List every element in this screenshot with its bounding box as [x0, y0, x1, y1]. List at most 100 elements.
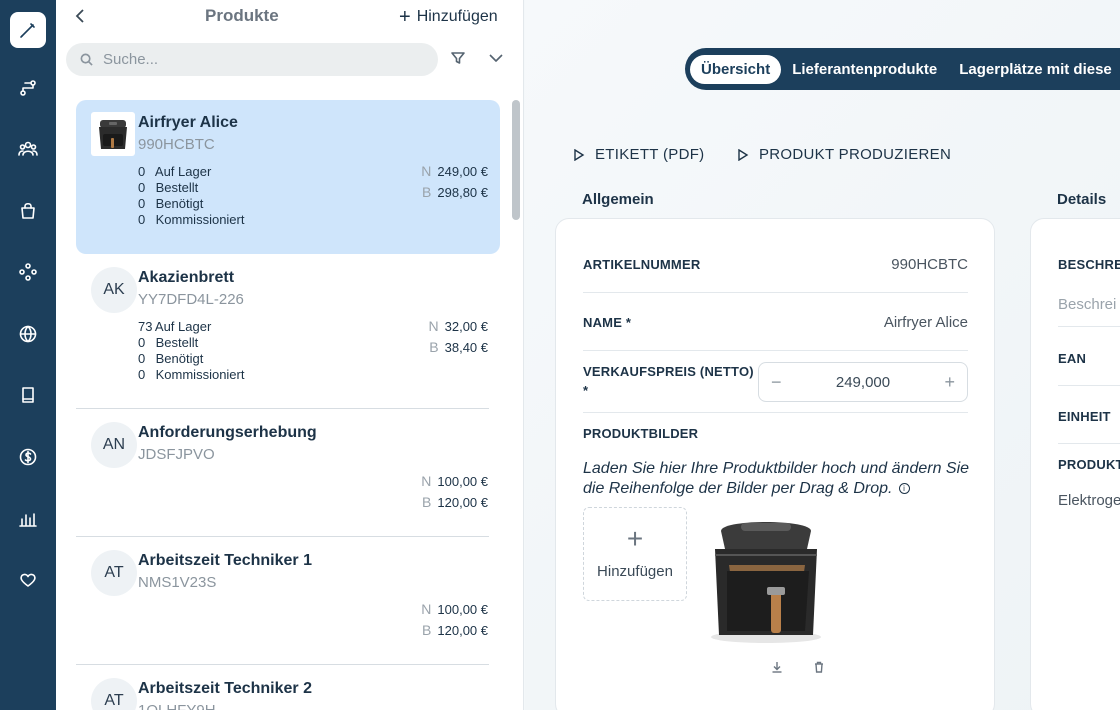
dollar-icon[interactable] — [10, 439, 46, 475]
stock-list: 0 Auf Lager 0 Bestellt 0 Benötigt 0 Komm… — [138, 164, 244, 228]
tab-lieferantenprodukte[interactable]: Lieferantenprodukte — [781, 55, 948, 84]
produce-product-button[interactable]: PRODUKT PRODUZIEREN — [737, 146, 951, 163]
field-divider — [583, 350, 968, 351]
product-sku: JDSFJPVO — [138, 446, 215, 463]
product-sku: NMS1V23S — [138, 574, 217, 591]
produce-product-text: PRODUKT PRODUZIEREN — [759, 146, 952, 163]
upload-hint-text: Laden Sie hier Ihre Produktbilder hoch u… — [583, 460, 970, 497]
product-item[interactable]: AT Arbeitszeit Techniker 2 1QLHFY9H — [76, 666, 500, 710]
product-avatar: AK — [91, 267, 137, 313]
net-price: 249,00 € — [437, 164, 488, 179]
name-value[interactable]: Airfryer Alice — [884, 314, 968, 331]
globe-icon[interactable] — [10, 316, 46, 352]
list-divider — [76, 536, 489, 537]
chevron-down-icon[interactable] — [488, 50, 506, 68]
stock-count: 0 — [138, 212, 146, 227]
net-label: N — [428, 318, 439, 334]
stock-count: 0 — [138, 335, 146, 350]
list-divider — [76, 664, 489, 665]
description-label: BESCHREI — [1058, 257, 1120, 272]
price-input[interactable]: 249,000 — [836, 374, 890, 391]
play-icon — [574, 148, 585, 161]
product-item[interactable]: AK Akazienbrett YY7DFD4L-226 73 Auf Lage… — [76, 255, 500, 407]
list-title: Produkte — [205, 6, 279, 25]
stock-label: Benötigt — [155, 351, 204, 366]
field-divider — [583, 292, 968, 293]
product-name: Akazienbrett — [138, 269, 235, 286]
product-sku: 1QLHFY9H — [138, 702, 216, 710]
stock-count: 0 — [138, 351, 146, 366]
gross-price: 120,00 € — [437, 495, 488, 510]
add-product-label: Hinzufügen — [416, 8, 498, 25]
tab-uebersicht[interactable]: Übersicht — [690, 54, 782, 84]
flow-icon[interactable] — [10, 70, 46, 106]
upload-hint: Laden Sie hier Ihre Produktbilder hoch u… — [583, 459, 973, 499]
product-avatar: AT — [91, 678, 137, 710]
stock-label: Bestellt — [155, 335, 199, 350]
plus-icon[interactable]: + — [944, 372, 955, 393]
product-avatar: AN — [91, 422, 137, 468]
stock-count: 0 — [138, 164, 146, 179]
play-icon — [738, 148, 749, 161]
product-item[interactable]: Airfryer Alice 990HCBTC 0 Auf Lager 0 Be… — [76, 100, 500, 254]
search-icon — [80, 53, 93, 66]
stock-label: Kommissioniert — [155, 212, 245, 227]
trash-icon[interactable] — [813, 661, 825, 673]
required-marker: * — [583, 383, 589, 398]
product-avatar: AT — [91, 550, 137, 596]
detail-tabs: Übersicht Lieferantenprodukte Lagerplätz… — [685, 48, 1120, 90]
field-divider — [1058, 443, 1120, 444]
product-group-label: PRODUKT — [1058, 457, 1120, 472]
gross-label: B — [422, 494, 432, 510]
details-card: BESCHREI Beschrei EAN EINHEIT PRODUKT El… — [1030, 218, 1120, 710]
field-divider — [1058, 326, 1120, 327]
net-price: 100,00 € — [437, 602, 488, 617]
back-icon[interactable] — [70, 6, 92, 28]
heart-icon[interactable] — [10, 562, 46, 598]
label-pdf-text: ETIKETT (PDF) — [595, 146, 705, 163]
download-icon[interactable] — [771, 661, 783, 673]
search-box — [66, 43, 438, 76]
field-divider — [583, 412, 968, 413]
chart-icon[interactable] — [10, 501, 46, 537]
filter-icon[interactable] — [450, 50, 468, 68]
tab-lagerplaetze[interactable]: Lagerplätze mit diese — [948, 55, 1120, 84]
add-product-button[interactable]: + Hinzufügen — [399, 6, 498, 28]
product-name: Arbeitszeit Techniker 1 — [138, 552, 312, 569]
product-name: Anforderungserhebung — [138, 424, 317, 441]
stock-list: 73 Auf Lager 0 Bestellt 0 Benötigt 0 Kom… — [138, 319, 244, 383]
modules-icon[interactable] — [10, 254, 46, 290]
list-header: Produkte + Hinzufügen — [56, 0, 523, 36]
product-name: Arbeitszeit Techniker 2 — [138, 680, 312, 697]
gross-label: B — [422, 622, 432, 638]
product-group-value[interactable]: Elektroge — [1058, 492, 1120, 509]
general-card: ARTIKELNUMMER 990HCBTC NAME * Airfryer A… — [555, 218, 995, 710]
product-image[interactable] — [701, 509, 831, 645]
users-icon[interactable] — [10, 131, 46, 167]
product-item[interactable]: AN Anforderungserhebung JDSFJPVO N 100,00… — [76, 410, 500, 536]
upload-image-button[interactable]: + Hinzufügen — [583, 507, 687, 601]
search-input[interactable] — [103, 51, 403, 68]
product-detail-area: Übersicht Lieferantenprodukte Lagerplätz… — [525, 0, 1120, 710]
label-pdf-button[interactable]: ETIKETT (PDF) — [573, 146, 704, 163]
minus-icon[interactable]: − — [771, 372, 782, 393]
name-label: NAME * — [583, 315, 632, 330]
gross-label: B — [429, 339, 439, 355]
product-item[interactable]: AT Arbeitszeit Techniker 1 NMS1V23S N 100… — [76, 538, 500, 664]
stock-label: Benötigt — [155, 196, 204, 211]
product-sku: 990HCBTC — [138, 136, 215, 153]
info-icon[interactable]: i — [898, 483, 910, 495]
book-icon[interactable] — [10, 377, 46, 413]
price-stepper[interactable]: − 249,000 + — [758, 362, 968, 402]
list-scrollbar[interactable] — [512, 100, 520, 220]
list-divider — [76, 408, 489, 409]
description-input[interactable]: Beschrei — [1058, 296, 1116, 313]
net-label: N — [421, 601, 432, 617]
article-number-value: 990HCBTC — [891, 256, 968, 273]
stock-label: Auf Lager — [154, 164, 212, 179]
upload-label: Hinzufügen — [597, 562, 673, 580]
brush-icon[interactable] — [10, 12, 46, 48]
stock-label: Kommissioniert — [155, 367, 245, 382]
plus-icon: + — [399, 6, 411, 28]
bag-icon[interactable] — [10, 193, 46, 229]
